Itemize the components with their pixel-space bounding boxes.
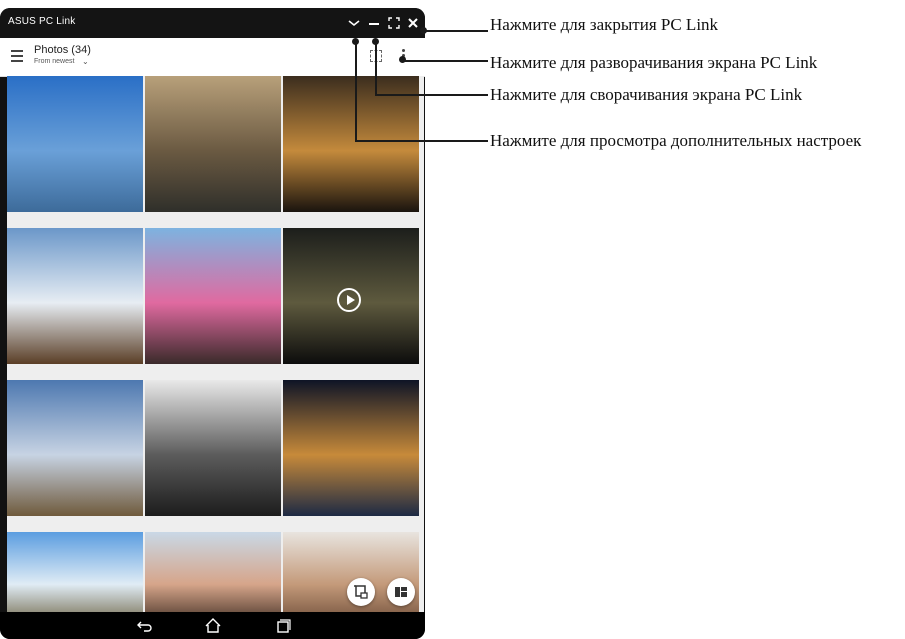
callout-line-minimize-v — [375, 41, 377, 95]
callout-line-close — [424, 30, 488, 32]
home-icon[interactable] — [203, 616, 223, 636]
chevron-down-icon[interactable]: ⌄ — [82, 57, 89, 66]
menu-icon[interactable] — [11, 50, 23, 62]
callout-maximize-label: Нажмите для разворачивания экрана PC Lin… — [490, 53, 818, 72]
app-title: ASUS PC Link — [8, 16, 76, 27]
callout-minimize-label: Нажмите для сворачивания экрана PC Link — [490, 85, 803, 104]
callout-line-more-h — [355, 140, 488, 142]
recent-apps-icon[interactable] — [273, 616, 293, 636]
photo-thumbnail[interactable] — [145, 228, 281, 364]
close-icon[interactable] — [405, 14, 421, 32]
photo-thumbnail[interactable] — [283, 228, 419, 364]
callout-close-label: Нажмите для закрытия PC Link — [490, 15, 719, 34]
callout-line-minimize-h — [375, 94, 488, 96]
tablet-frame: ASUS PC Link Photos (34) From newest ⌄ — [0, 8, 425, 639]
photo-thumbnail[interactable] — [145, 76, 281, 212]
gallery-title: Photos (34) — [34, 44, 91, 56]
back-icon[interactable] — [135, 616, 155, 636]
minimize-icon[interactable] — [366, 14, 382, 32]
sort-selector[interactable]: From newest — [34, 58, 74, 65]
crop-icon[interactable] — [347, 578, 375, 606]
play-icon[interactable] — [337, 288, 361, 312]
chevron-down-icon[interactable] — [346, 14, 362, 32]
photo-grid — [7, 76, 424, 627]
photo-thumbnail[interactable] — [7, 228, 143, 364]
photo-thumbnail[interactable] — [7, 380, 143, 516]
photo-thumbnail[interactable] — [283, 76, 419, 212]
title-bar: ASUS PC Link — [0, 8, 425, 38]
photo-thumbnail[interactable] — [7, 76, 143, 212]
system-nav-bar — [0, 612, 425, 639]
callout-line-maximize — [402, 60, 488, 62]
maximize-icon[interactable] — [386, 14, 402, 32]
callout-more-label: Нажмите для просмотра дополнительных нас… — [490, 131, 862, 150]
collage-icon[interactable] — [387, 578, 415, 606]
app-bar: Photos (34) From newest ⌄ — [0, 38, 425, 77]
photo-thumbnail[interactable] — [145, 380, 281, 516]
photo-thumbnail[interactable] — [283, 380, 419, 516]
callout-line-more-v — [355, 41, 357, 141]
